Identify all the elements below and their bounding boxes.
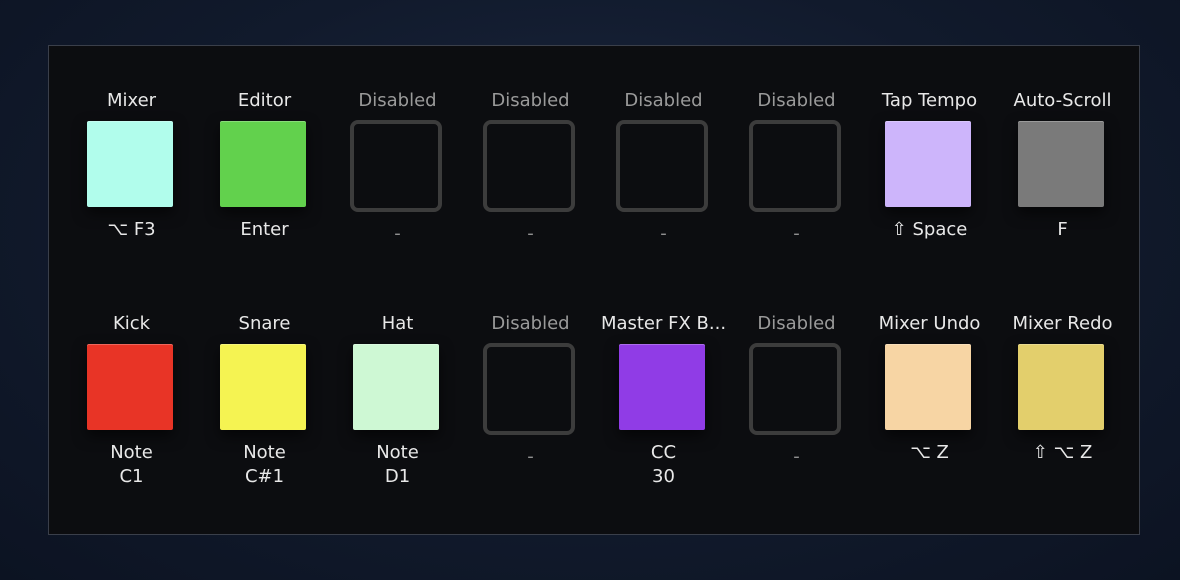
pad-mapping-line-1: ⌥ Z [910, 442, 949, 463]
pad-cell: Editor Enter [198, 90, 331, 290]
pad-row-2: Kick Note C1 Snare Note C#1 Hat Note D1 Disabled -… [65, 313, 1129, 513]
pad-mapping-line-1: CC [650, 442, 677, 463]
pad-mapping: ⌥ F3 [65, 218, 198, 242]
pad-cell: Disabled - [597, 90, 730, 290]
pad-button[interactable] [619, 344, 705, 430]
pad-button[interactable] [220, 121, 306, 207]
pad-mapping: ⌥ Z [863, 441, 996, 465]
pad-mapping: Note C1 [65, 441, 198, 489]
controller-mapping-panel: Mixer ⌥ F3 Editor Enter Disabled - Disabled - Di… [48, 45, 1140, 535]
pad-cell: Mixer ⌥ F3 [65, 90, 198, 290]
pad-mapping-line-1: F [1057, 219, 1068, 240]
pad-button-disabled[interactable] [749, 120, 841, 212]
pad-button[interactable] [87, 121, 173, 207]
pad-button[interactable] [1018, 121, 1104, 207]
pad-cell: Disabled - [464, 90, 597, 290]
pad-title: Kick [112, 313, 151, 334]
pad-button[interactable] [220, 344, 306, 430]
pad-mapping: - [464, 445, 597, 469]
pad-cell: Hat Note D1 [331, 313, 464, 513]
pad-cell: Tap Tempo ⇧ Space [863, 90, 996, 290]
pad-mapping-line-2: 30 [652, 466, 675, 487]
pad-row-1: Mixer ⌥ F3 Editor Enter Disabled - Disabled - Di… [65, 90, 1129, 290]
pad-cell: Auto-Scroll F [996, 90, 1129, 290]
pad-cell: Master FX B... CC 30 [597, 313, 730, 513]
pad-cell: Kick Note C1 [65, 313, 198, 513]
pad-mapping: - [464, 222, 597, 246]
pad-title: Disabled [757, 90, 836, 111]
pad-mapping: - [730, 222, 863, 246]
pad-mapping: - [331, 222, 464, 246]
pad-mapping: CC 30 [597, 441, 730, 489]
pad-mapping-line-1: - [793, 223, 800, 244]
pad-mapping-line-2: C#1 [244, 466, 285, 487]
pad-title: Disabled [358, 90, 437, 111]
pad-mapping-line-1: - [527, 223, 534, 244]
pad-title: Mixer Redo [1012, 313, 1113, 334]
pad-title: Disabled [491, 313, 570, 334]
pad-mapping: Enter [198, 218, 331, 242]
pad-title: Editor [237, 90, 292, 111]
pad-mapping-line-1: - [793, 446, 800, 467]
pad-title: Auto-Scroll [1013, 90, 1112, 111]
pad-mapping: F [996, 218, 1129, 242]
pad-title: Hat [381, 313, 414, 334]
pad-title: Disabled [491, 90, 570, 111]
pad-mapping-line-2: D1 [384, 466, 411, 487]
pad-mapping: - [730, 445, 863, 469]
pad-title: Tap Tempo [881, 90, 978, 111]
pad-mapping-line-1: Enter [240, 219, 289, 240]
pad-mapping-line-1: - [660, 223, 667, 244]
pad-cell: Disabled - [464, 313, 597, 513]
pad-mapping: Note D1 [331, 441, 464, 489]
pad-mapping-line-1: - [394, 223, 401, 244]
pad-cell: Snare Note C#1 [198, 313, 331, 513]
pad-title: Disabled [624, 90, 703, 111]
pad-button-disabled[interactable] [749, 343, 841, 435]
pad-button[interactable] [353, 344, 439, 430]
pad-title: Disabled [757, 313, 836, 334]
pad-title: Mixer Undo [878, 313, 981, 334]
pad-title: Master FX B... [600, 313, 727, 334]
pad-button-disabled[interactable] [483, 120, 575, 212]
pad-mapping-line-1: - [527, 446, 534, 467]
pad-mapping-line-1: Note [376, 442, 419, 463]
pad-cell: Disabled - [730, 313, 863, 513]
pad-button[interactable] [1018, 344, 1104, 430]
pad-mapping-line-2: C1 [119, 466, 144, 487]
pad-button-disabled[interactable] [483, 343, 575, 435]
pad-cell: Mixer Redo ⇧ ⌥ Z [996, 313, 1129, 513]
pad-mapping-line-1: ⌥ F3 [107, 219, 156, 240]
pad-mapping-line-1: ⇧ Space [891, 219, 968, 240]
pad-cell: Mixer Undo ⌥ Z [863, 313, 996, 513]
pad-cell: Disabled - [730, 90, 863, 290]
pad-title: Snare [238, 313, 291, 334]
pad-title: Mixer [106, 90, 157, 111]
pad-button-disabled[interactable] [350, 120, 442, 212]
pad-mapping: - [597, 222, 730, 246]
pad-cell: Disabled - [331, 90, 464, 290]
pad-mapping: ⇧ ⌥ Z [996, 441, 1129, 465]
pad-button[interactable] [87, 344, 173, 430]
pad-mapping: Note C#1 [198, 441, 331, 489]
pad-mapping-line-1: Note [243, 442, 286, 463]
pad-button[interactable] [885, 344, 971, 430]
pad-button-disabled[interactable] [616, 120, 708, 212]
pad-mapping-line-1: Note [110, 442, 153, 463]
pad-button[interactable] [885, 121, 971, 207]
pad-mapping-line-1: ⇧ ⌥ Z [1032, 442, 1093, 463]
pad-mapping: ⇧ Space [863, 218, 996, 242]
